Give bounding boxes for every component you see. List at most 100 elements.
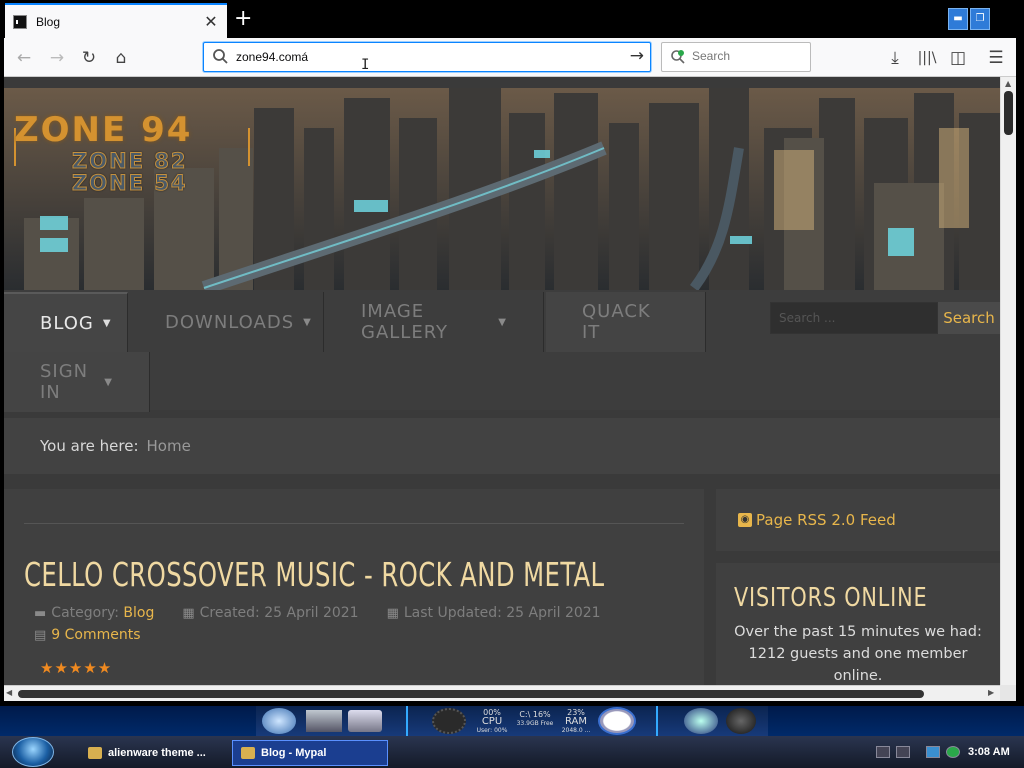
restore-button[interactable]: ❐ [970, 8, 990, 30]
new-tab-button[interactable]: + [234, 8, 252, 30]
dock-bar: 00% CPU User: 00% C:\ 16% 33.9GB Free 23… [0, 706, 1024, 736]
taskbar: alienware theme ... Blog - Mypal 3:08 AM [0, 736, 1024, 768]
site-search-box[interactable] [770, 302, 938, 334]
desktop: Blog ✕ + ▬ ❐ ← → ↻ ⌂ → ⤓ |||\ [0, 0, 1024, 768]
torrent-icon[interactable] [946, 746, 960, 758]
network-icon[interactable] [926, 746, 940, 758]
minimize-button[interactable]: ▬ [948, 8, 968, 30]
sidebar-icon[interactable]: ◫ [946, 46, 970, 70]
clock-icon[interactable] [598, 707, 636, 735]
forward-icon[interactable]: → [45, 46, 69, 70]
browser-titlebar: Blog ✕ + ▬ ❐ [0, 0, 1024, 38]
breadcrumb: You are here: Home [4, 418, 1000, 474]
caret-down-icon: ▼ [303, 316, 312, 328]
library-icon[interactable]: |||\ [915, 46, 939, 70]
caret-down-icon: ▼ [104, 376, 113, 388]
taskbar-item-alienware[interactable]: alienware theme ... [80, 740, 230, 766]
separator [656, 706, 658, 736]
browser-tab[interactable]: Blog ✕ [5, 3, 227, 38]
terminal-icon [13, 14, 27, 29]
logo-main-text: ZONE 94 [14, 110, 193, 150]
visitors-panel: VISITORS ONLINE Over the past 15 minutes… [716, 563, 1000, 685]
tools-icon[interactable] [306, 710, 342, 732]
close-tab-icon[interactable]: ✕ [203, 13, 219, 30]
site-search-button[interactable]: Search [938, 302, 1000, 334]
alien-head-icon[interactable] [726, 708, 756, 734]
search-icon [213, 49, 228, 64]
site-logo[interactable]: ZONE 94 ZONE 82 ZONE 54 [14, 110, 193, 195]
tab-title: Blog [36, 14, 61, 29]
globe-icon[interactable] [262, 708, 296, 734]
folder-icon: ▬ [34, 605, 47, 621]
article-title[interactable]: CELLO CROSSOVER MUSIC - ROCK AND METAL [24, 555, 605, 594]
taskbar-item-blog[interactable]: Blog - Mypal [232, 740, 388, 766]
alien-icon[interactable] [684, 708, 718, 734]
ram-meter: 23% RAM 2048.0 ... [561, 708, 591, 734]
site-search-input[interactable] [771, 303, 937, 333]
tray-expand-icon[interactable] [896, 746, 910, 758]
dock-widgets: 00% CPU User: 00% C:\ 16% 33.9GB Free 23… [256, 706, 768, 736]
back-icon[interactable]: ← [12, 46, 36, 70]
updated-date: Last Updated: 25 April 2021 [403, 605, 601, 621]
page-viewport: ZONE 94 ZONE 82 ZONE 54 BLOG ▼ DOWNLOADS ▼… [4, 77, 1000, 685]
window-frame [1016, 38, 1024, 706]
comment-icon: ▤ [34, 627, 47, 643]
downloads-icon[interactable]: ⤓ [883, 46, 907, 70]
menu-item-sign-in[interactable]: SIGN IN ▼ [4, 352, 150, 412]
clock-time[interactable]: 3:08 AM [968, 746, 1010, 758]
separator [406, 706, 408, 736]
article-panel: CELLO CROSSOVER MUSIC - ROCK AND METAL ▬… [4, 489, 704, 685]
logo-sub-text-1: ZONE 82 [71, 149, 188, 173]
url-input[interactable] [236, 48, 616, 66]
start-button[interactable] [12, 737, 54, 767]
browser-search-box[interactable] [661, 42, 811, 72]
scroll-up-icon[interactable]: ▲ [1005, 79, 1011, 88]
horizontal-scrollbar[interactable]: ◀ ▶ [4, 685, 1000, 701]
breadcrumb-label: You are here: [40, 437, 139, 455]
text-cursor-icon: I [361, 57, 370, 73]
logo-sub-text-2: ZONE 54 [71, 171, 188, 195]
rss-panel: ◉ Page RSS 2.0 Feed [716, 489, 1000, 551]
vertical-scroll-thumb[interactable] [1004, 91, 1013, 135]
keyboard-icon[interactable] [876, 746, 890, 758]
caret-down-icon: ▼ [498, 316, 507, 328]
comments-row: ▤ 9 Comments [34, 627, 141, 643]
cpu-meter: 00% CPU User: 00% [476, 708, 508, 734]
breadcrumb-home[interactable]: Home [147, 437, 191, 455]
app-icon [241, 747, 255, 759]
article-meta: ▬ Category: Blog ▦ Created: 25 April 202… [34, 605, 601, 621]
site-banner: ZONE 94 ZONE 82 ZONE 54 [4, 88, 1000, 290]
search-engine-icon [671, 50, 685, 64]
calendar-icon: ▦ [182, 605, 195, 621]
drive-icon[interactable] [348, 710, 382, 732]
rss-link[interactable]: Page RSS 2.0 Feed [756, 511, 896, 529]
comments-link[interactable]: 9 Comments [51, 627, 140, 643]
menu-item-quack-it[interactable]: QUACK IT [546, 292, 706, 352]
rating-stars[interactable]: ★★★★★ [40, 659, 112, 677]
url-bar[interactable]: → [203, 42, 651, 72]
reload-icon[interactable]: ↻ [77, 46, 101, 70]
created-date: Created: 25 April 2021 [199, 605, 359, 621]
browser-search-input[interactable] [692, 49, 802, 63]
horizontal-scroll-thumb[interactable] [18, 690, 924, 698]
scroll-corner [1000, 685, 1016, 701]
disk-meter: C:\ 16% 33.9GB Free [516, 710, 554, 727]
gear-icon[interactable] [432, 708, 466, 734]
rss-icon: ◉ [738, 513, 752, 527]
menu-item-blog[interactable]: BLOG ▼ [4, 292, 128, 352]
vertical-scrollbar[interactable]: ▲ [1000, 77, 1016, 685]
divider [24, 523, 684, 524]
visitors-text: Over the past 15 minutes we had: 1212 gu… [734, 624, 982, 684]
menu-item-downloads[interactable]: DOWNLOADS ▼ [129, 292, 324, 352]
menu-item-image-gallery[interactable]: IMAGE GALLERY ▼ [325, 292, 544, 352]
folder-icon [88, 747, 102, 759]
site-nav: BLOG ▼ DOWNLOADS ▼ IMAGE GALLERY ▼ QUACK IT… [4, 290, 1000, 412]
home-icon[interactable]: ⌂ [109, 46, 133, 70]
browser-toolbar: ← → ↻ ⌂ → ⤓ |||\ ◫ ☰ [4, 38, 1016, 77]
calendar-icon: ▦ [386, 605, 399, 621]
category-link[interactable]: Blog [123, 605, 154, 621]
scroll-left-icon[interactable]: ◀ [6, 688, 12, 697]
go-arrow-icon[interactable]: → [630, 46, 644, 66]
scroll-right-icon[interactable]: ▶ [988, 688, 994, 697]
menu-icon[interactable]: ☰ [984, 46, 1008, 70]
